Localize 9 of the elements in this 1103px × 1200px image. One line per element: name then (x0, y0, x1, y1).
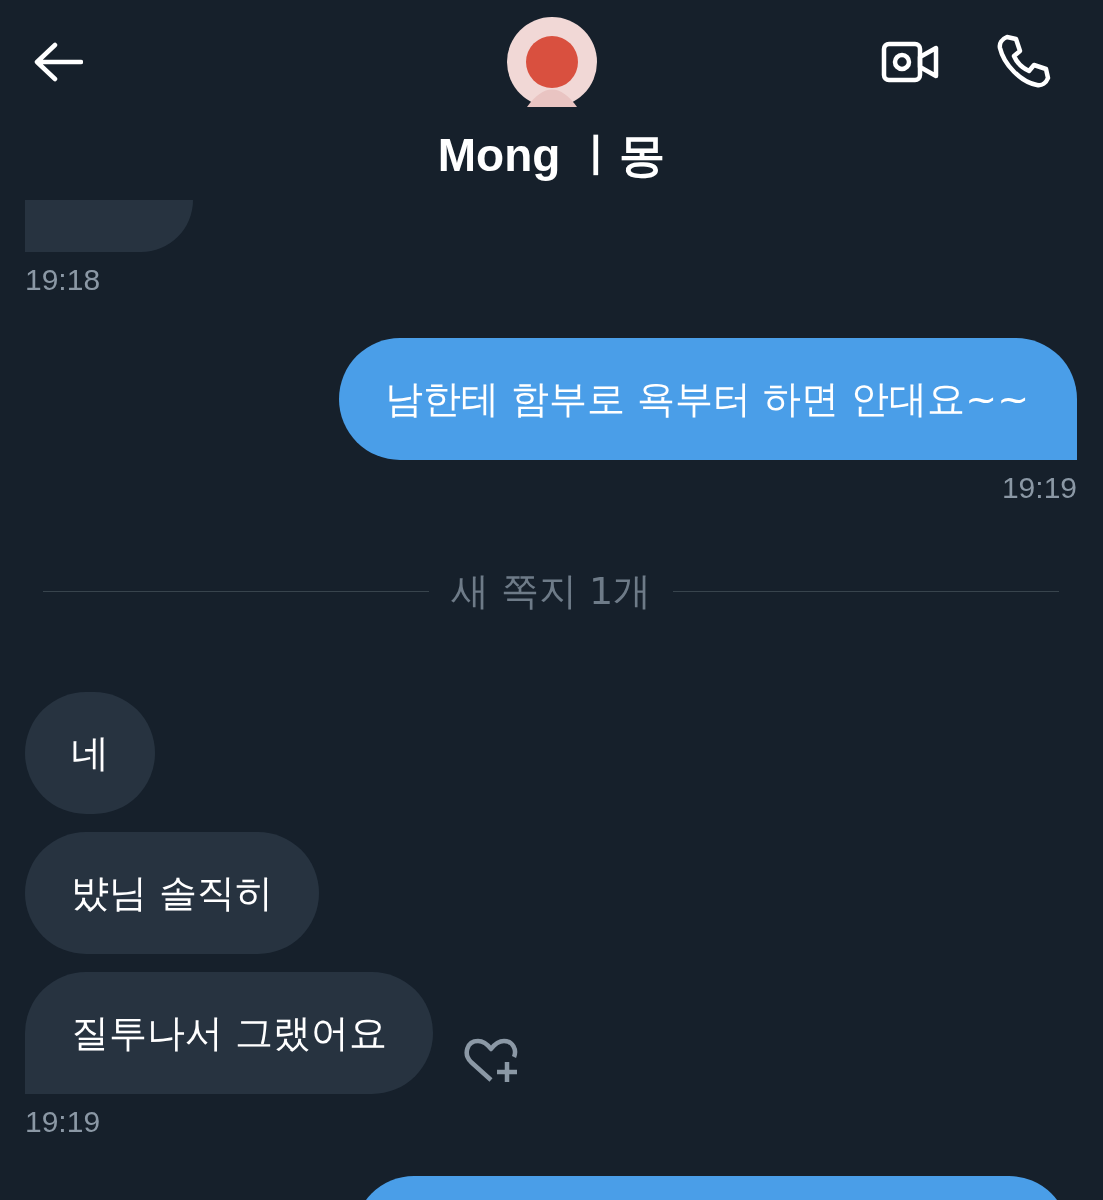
new-messages-label: 새 쪽지 1개 (450, 568, 652, 615)
contact-name: Mong ㅣ몽 (437, 128, 666, 183)
timestamp: 19:19 (1001, 470, 1077, 506)
message-bubble: 질투나서 그랬어요 (25, 972, 434, 1094)
message-bubble: 남한테 함부로 욕부터 하면 안대요~~ (339, 338, 1077, 460)
message-bubble: 네 (25, 692, 155, 814)
timestamp: 19:18 (25, 262, 101, 298)
timestamp: 19:19 (25, 1104, 101, 1140)
message-bubble: 뱠님 솔직히 (25, 832, 320, 954)
